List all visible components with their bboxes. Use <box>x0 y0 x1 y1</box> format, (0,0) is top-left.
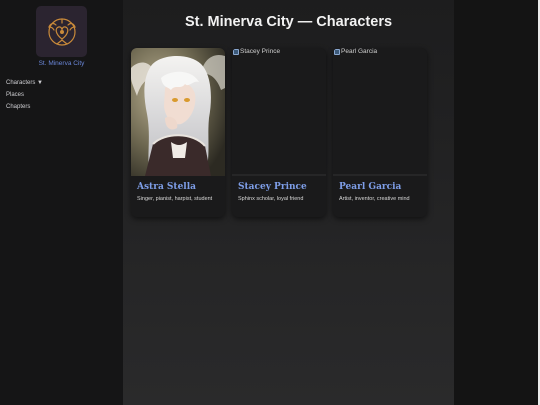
broken-image-icon <box>334 48 340 55</box>
character-description: Singer, pianist, harpist, student <box>137 196 213 202</box>
broken-image-icon <box>233 48 239 55</box>
character-description: Sphinx scholar, loyal friend <box>238 196 304 202</box>
image-alt-text: Pearl Garcia <box>341 48 378 55</box>
character-name: Stacey Prince <box>238 182 307 192</box>
character-card-stacey-prince[interactable]: Stacey Prince Stacey Prince Sphinx schol… <box>232 48 326 217</box>
character-portrait <box>131 48 225 176</box>
site-logo[interactable] <box>36 6 87 57</box>
character-card-pearl-garcia[interactable]: Pearl Garcia Pearl Garcia Artist, invent… <box>333 48 427 217</box>
nav-item-chapters[interactable]: Chapters <box>6 102 43 114</box>
page-title: St. Minerva City — Characters <box>184 14 393 30</box>
sidebar: St. Minerva City Characters ▼ Places Cha… <box>0 0 123 405</box>
character-name: Pearl Garcia <box>339 182 402 192</box>
sidebar-nav: Characters ▼ Places Chapters <box>6 78 43 114</box>
character-name: Astra Stella <box>137 182 196 192</box>
character-card-astra-stella[interactable]: Astra Stella Singer, pianist, harpist, s… <box>131 48 225 217</box>
site-name[interactable]: St. Minerva City <box>0 60 123 67</box>
nav-item-places[interactable]: Places <box>6 90 43 102</box>
character-portrait-broken: Pearl Garcia <box>333 48 427 176</box>
character-description: Artist, inventor, creative mind <box>339 196 410 202</box>
nav-item-characters[interactable]: Characters ▼ <box>6 78 43 90</box>
page-background <box>454 0 540 405</box>
main-content: St. Minerva City — Characters Astra Stel… <box>123 0 454 405</box>
character-portrait-broken: Stacey Prince <box>232 48 326 176</box>
image-alt-text: Stacey Prince <box>240 48 281 55</box>
winged-heart-crest-icon <box>47 17 76 46</box>
